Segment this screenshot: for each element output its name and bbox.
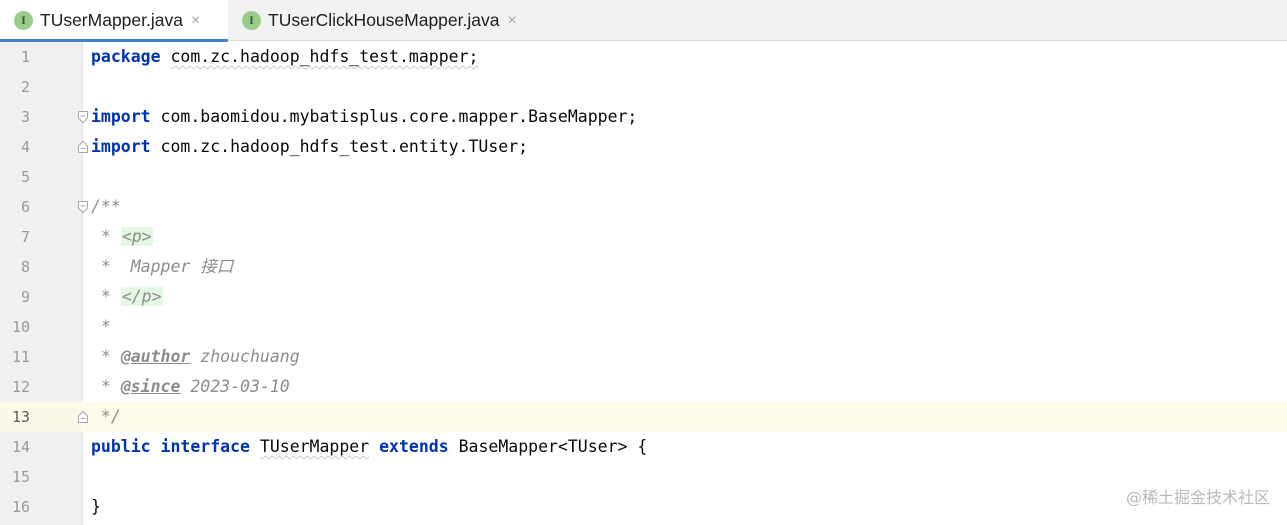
code-line-1[interactable]: package com.zc.hadoop_hdfs_test.mapper;	[91, 42, 478, 72]
import-path: com.baomidou.mybatisplus.core.mapper.Bas…	[160, 107, 638, 126]
keyword: extends	[379, 437, 449, 456]
comment-star: *	[91, 227, 121, 246]
code-line-14[interactable]: public interface TUserMapper extends Bas…	[91, 432, 647, 462]
code-line-7[interactable]: * <p>	[91, 222, 153, 252]
html-tag: <p>	[120, 227, 153, 246]
code-line-10[interactable]: *	[91, 312, 111, 342]
keyword: import	[91, 137, 151, 156]
code-line-4[interactable]: import com.zc.hadoop_hdfs_test.entity.TU…	[91, 132, 528, 162]
keyword: interface	[160, 437, 250, 456]
line-number: 8	[20, 258, 30, 276]
code-line-3[interactable]: import com.baomidou.mybatisplus.core.map…	[91, 102, 637, 132]
supertype: BaseMapper<TUser> {	[458, 437, 648, 456]
keyword: package	[91, 47, 161, 66]
tab-tusermapper[interactable]: I TUserMapper.java ×	[0, 0, 228, 42]
line-number: 7	[20, 228, 30, 246]
tab-tuserclickhousemapper[interactable]: I TUserClickHouseMapper.java ×	[228, 0, 554, 41]
tab-label: TUserClickHouseMapper.java	[268, 10, 500, 30]
code-line-9[interactable]: * </p>	[91, 282, 163, 312]
watermark: @稀土掘金技术社区	[1125, 488, 1270, 507]
line-number: 2	[20, 78, 30, 96]
line-number: 15	[11, 468, 30, 486]
javadoc-tag: @author	[120, 347, 191, 366]
line-number: 6	[20, 198, 30, 216]
tab-label: TUserMapper.java	[40, 10, 183, 30]
comment-star: *	[91, 377, 121, 396]
javadoc-value: zhouchuang	[200, 347, 300, 366]
code-line-6[interactable]: /**	[91, 192, 121, 222]
html-tag: </p>	[120, 287, 163, 306]
interface-name: TUserMapper	[259, 437, 370, 456]
line-number: 4	[20, 138, 30, 156]
line-number-current: 13	[11, 408, 30, 426]
line-number: 14	[11, 438, 30, 456]
code-line-13[interactable]: */	[91, 402, 121, 432]
comment-star: *	[91, 347, 121, 366]
comment-star: *	[91, 287, 121, 306]
keyword: import	[91, 107, 151, 126]
code-line-16[interactable]: }	[91, 492, 101, 522]
line-number: 9	[20, 288, 30, 306]
code-line-11[interactable]: * @author zhouchuang	[91, 342, 300, 372]
code-line-12[interactable]: * @since 2023-03-10	[91, 372, 290, 402]
javadoc-value: 2023-03-10	[190, 377, 290, 396]
keyword: public	[91, 437, 151, 456]
line-number: 3	[20, 108, 30, 126]
line-number: 5	[20, 168, 30, 186]
interface-icon: I	[242, 11, 261, 30]
interface-icon: I	[14, 11, 33, 30]
editor-tab-bar: I TUserMapper.java × I TUserClickHouseMa…	[0, 0, 1287, 42]
close-icon[interactable]: ×	[191, 12, 200, 30]
close-icon[interactable]: ×	[507, 12, 516, 30]
line-number: 16	[11, 498, 30, 516]
package-name: com.zc.hadoop_hdfs_test.mapper;	[170, 47, 479, 66]
line-number: 1	[20, 48, 30, 66]
import-path: com.zc.hadoop_hdfs_test.entity.TUser;	[160, 137, 529, 156]
line-number: 11	[11, 348, 30, 366]
line-number: 10	[11, 318, 30, 336]
code-line-8[interactable]: * Mapper 接口	[91, 252, 233, 282]
javadoc-tag: @since	[120, 377, 181, 396]
line-number: 12	[11, 378, 30, 396]
